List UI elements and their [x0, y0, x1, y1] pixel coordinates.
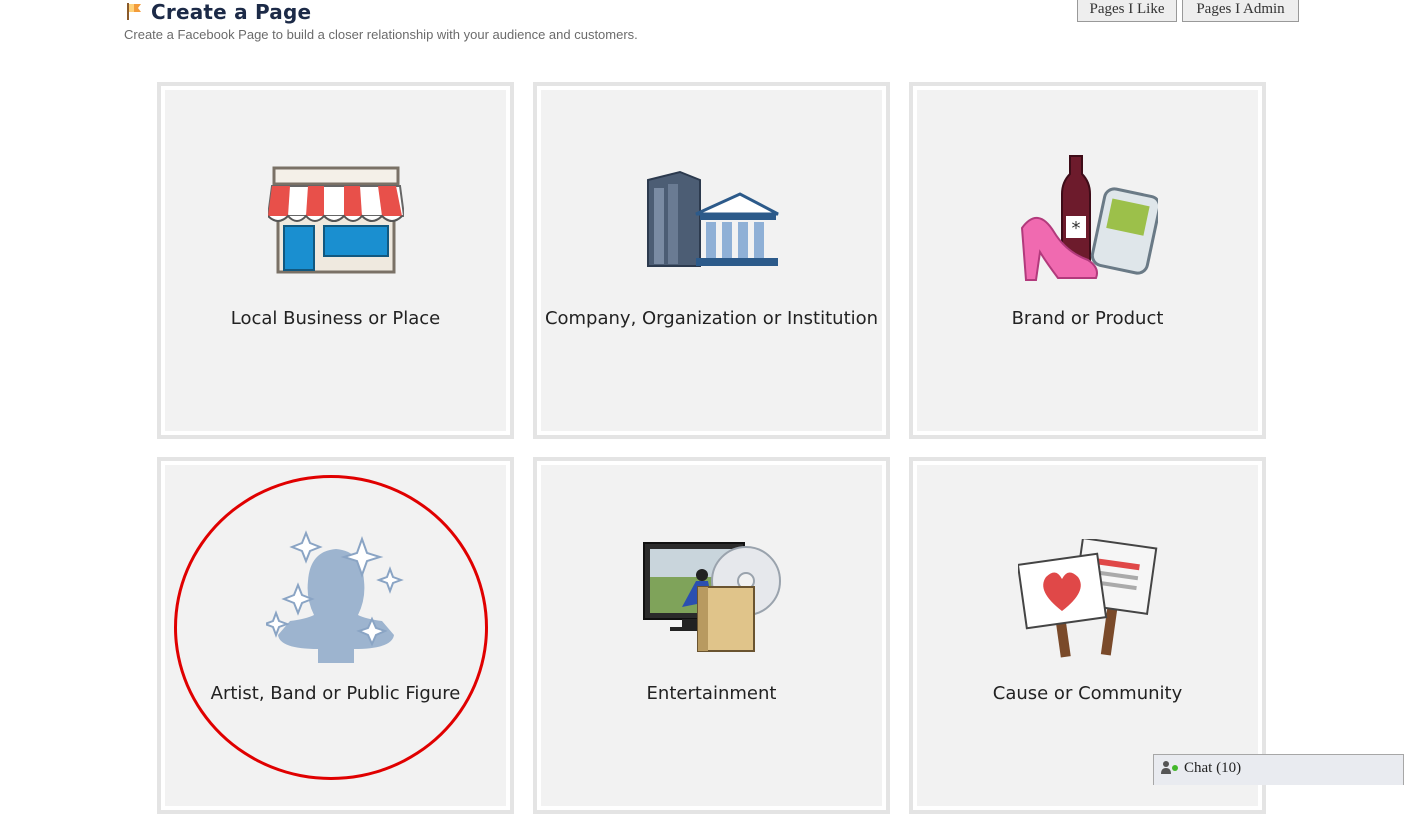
chat-icon	[1161, 761, 1178, 774]
tile-label: Brand or Product	[1011, 308, 1164, 329]
tile-label: Artist, Band or Public Figure	[210, 683, 461, 704]
page-subtitle: Create a Facebook Page to build a closer…	[124, 27, 638, 42]
tile-panel: * Brand or Product	[913, 86, 1262, 435]
entertainment-icon	[642, 542, 781, 652]
storefront-icon	[267, 166, 404, 274]
tile-label: Cause or Community	[992, 683, 1183, 704]
tile-label: Company, Organization or Institution	[544, 308, 879, 329]
page-title: Create a Page	[151, 0, 312, 24]
tile-panel: Local Business or Place	[161, 86, 510, 435]
svg-text:*: *	[1071, 218, 1080, 239]
tile-label: Local Business or Place	[230, 308, 441, 329]
flag-icon	[127, 3, 141, 20]
building-icon	[646, 170, 779, 267]
pages-i-admin-button[interactable]: Pages I Admin	[1182, 0, 1299, 22]
category-tile-entertainment[interactable]: Entertainment	[533, 457, 890, 814]
signs-icon	[1017, 539, 1157, 658]
tile-label: Entertainment	[646, 683, 777, 704]
pages-i-like-button[interactable]: Pages I Like	[1077, 0, 1177, 22]
category-tile-public-figure[interactable]: Artist, Band or Public Figure	[157, 457, 514, 814]
chat-label: Chat (10)	[1184, 760, 1242, 776]
category-tile-local-business[interactable]: Local Business or Place	[157, 82, 514, 439]
tile-panel: Artist, Band or Public Figure	[161, 461, 510, 810]
category-tile-company[interactable]: Company, Organization or Institution	[533, 82, 890, 439]
products-icon: *	[1020, 155, 1158, 281]
tile-panel: Entertainment	[537, 461, 886, 810]
category-tile-brand-product[interactable]: * Brand or Product	[909, 82, 1266, 439]
public-figure-icon	[265, 530, 404, 663]
tile-panel: Company, Organization or Institution	[537, 86, 886, 435]
chat-bar[interactable]: Chat (10)	[1153, 754, 1404, 785]
